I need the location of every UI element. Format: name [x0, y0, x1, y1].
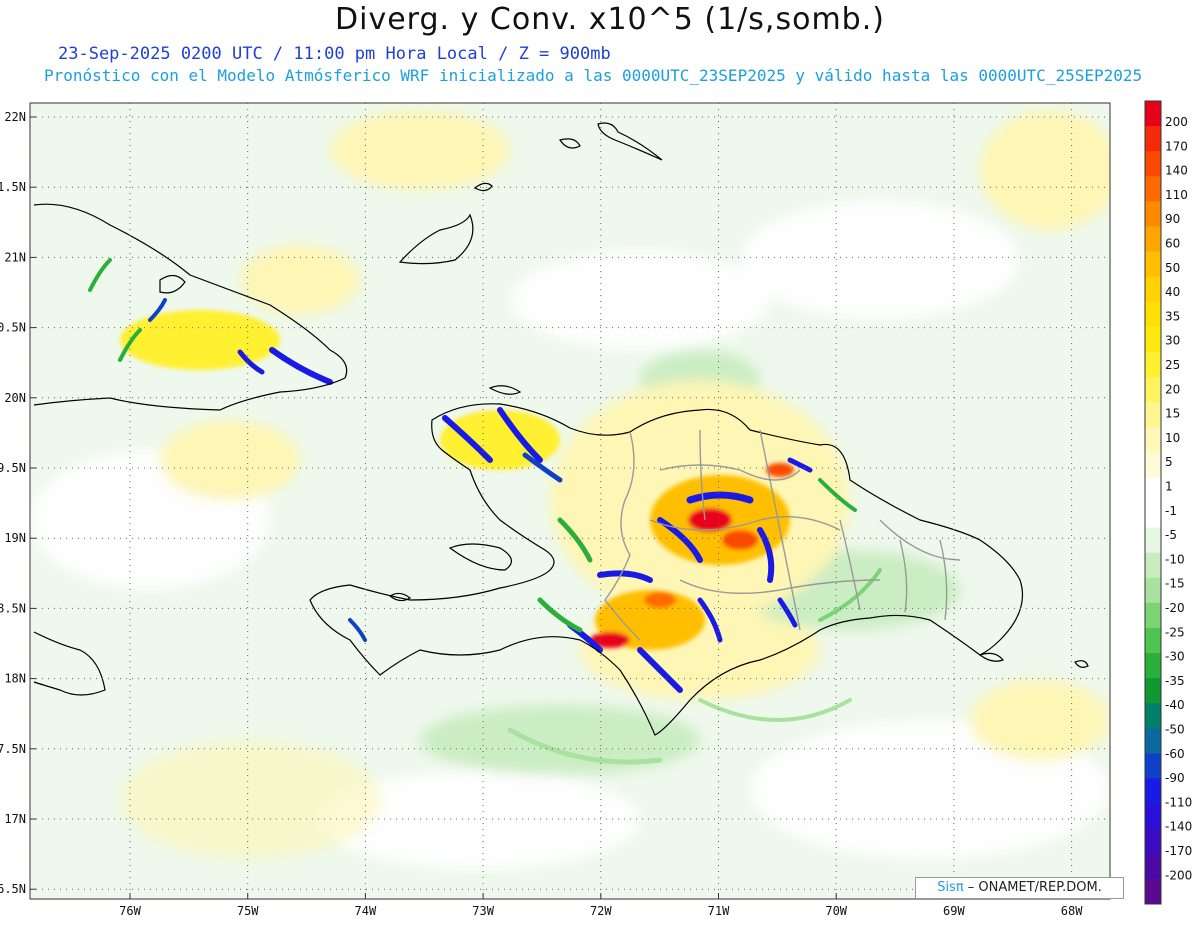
- colorbar-swatch: [1145, 803, 1161, 830]
- colorbar-swatch: [1145, 477, 1161, 503]
- lat-label: 7.5N: [0, 742, 26, 756]
- colorbar-label: -1: [1165, 504, 1177, 518]
- colorbar-label: 40: [1165, 285, 1180, 299]
- colorbar-swatch: [1145, 502, 1161, 529]
- colorbar-label: 20: [1165, 382, 1180, 396]
- colorbar-label: -200: [1165, 868, 1192, 882]
- colorbar-swatch: [1145, 678, 1161, 704]
- colorbar-label: 15: [1165, 407, 1180, 421]
- colorbar-label: 60: [1165, 237, 1180, 251]
- colorbar-label: 110: [1165, 188, 1188, 202]
- colorbar-swatch: [1145, 828, 1161, 855]
- shaded-field: [30, 103, 1110, 899]
- colorbar-swatch: [1145, 853, 1161, 880]
- colorbar-swatch: [1145, 377, 1161, 403]
- colorbar-swatch: [1145, 402, 1161, 428]
- colorbar-swatch: [1145, 728, 1161, 754]
- colorbar-swatch: [1145, 201, 1161, 227]
- lat-label: 17N: [4, 812, 26, 826]
- colorbar-label: 30: [1165, 334, 1180, 348]
- lat-label: 18N: [4, 672, 26, 686]
- colorbar-label: -170: [1165, 844, 1192, 858]
- colorbar-swatch: [1145, 552, 1161, 579]
- colorbar-swatch: [1145, 602, 1161, 629]
- lon-label: 76W: [119, 904, 141, 918]
- divergence-map: 22N 1.5N 21N 0.5N 20N 9.5N 19N 8.5N 18N 7.5N 17N 6.…: [0, 100, 1192, 918]
- colorbar-swatch: [1145, 276, 1161, 303]
- colorbar-label: -140: [1165, 820, 1192, 834]
- colorbar: 200 170 140 110 90 60 50 40 35 30 25 20 15 10 5 1 -1 -5 -1…: [1144, 100, 1192, 905]
- colorbar-label: -60: [1165, 747, 1185, 761]
- colorbar-swatch: [1145, 151, 1161, 177]
- colorbar-label: -35: [1165, 674, 1185, 688]
- colorbar-swatch: [1145, 878, 1161, 905]
- credit-brand: Sisπ: [937, 880, 964, 895]
- colorbar-swatch: [1145, 577, 1161, 604]
- colorbar-label: 50: [1165, 261, 1180, 275]
- colorbar-swatch: [1145, 326, 1161, 353]
- colorbar-label: 35: [1165, 309, 1180, 323]
- colorbar-label: -15: [1165, 577, 1185, 591]
- colorbar-swatch: [1145, 301, 1161, 328]
- latitude-labels: 22N 1.5N 21N 0.5N 20N 9.5N 19N 8.5N 18N 7.5N 17N 6.…: [0, 110, 26, 896]
- colorbar-label: -50: [1165, 723, 1185, 737]
- colorbar-swatch: [1145, 452, 1161, 478]
- lat-label: 19N: [4, 531, 26, 545]
- lat-label: 6.5N: [0, 882, 26, 896]
- lon-label: 68W: [1061, 904, 1083, 918]
- colorbar-label: -5: [1165, 528, 1177, 542]
- lon-label: 72W: [590, 904, 612, 918]
- colorbar-swatch: [1145, 753, 1161, 780]
- colorbar-label: 5: [1165, 455, 1173, 469]
- lon-label: 75W: [237, 904, 259, 918]
- colorbar-swatch: [1145, 176, 1161, 202]
- credit-organization: – ONAMET/REP.DOM.: [963, 880, 1102, 895]
- colorbar-swatch: [1145, 653, 1161, 679]
- colorbar-swatch: [1145, 703, 1161, 729]
- colorbar-label: 170: [1165, 139, 1188, 153]
- colorbar-label: -90: [1165, 771, 1185, 785]
- colorbar-swatch: [1145, 226, 1161, 253]
- lat-label: 21N: [4, 250, 26, 264]
- colorbar-swatch: [1145, 778, 1161, 805]
- colorbar-label: -30: [1165, 650, 1185, 664]
- credit-box: Sisπ – ONAMET/REP.DOM.: [915, 877, 1124, 899]
- lon-label: 73W: [472, 904, 494, 918]
- colorbar-label: -25: [1165, 625, 1185, 639]
- colorbar-label: 140: [1165, 164, 1188, 178]
- colorbar-label: -10: [1165, 552, 1185, 566]
- colorbar-label: 200: [1165, 115, 1188, 129]
- lat-label: 8.5N: [0, 601, 26, 615]
- longitude-labels: 76W 75W 74W 73W 72W 71W 70W 69W 68W: [119, 904, 1083, 918]
- lat-label: 0.5N: [0, 321, 26, 335]
- colorbar-label: 1: [1165, 480, 1173, 494]
- colorbar-swatch: [1145, 251, 1161, 278]
- colorbar-label: 10: [1165, 431, 1180, 445]
- lon-label: 70W: [825, 904, 847, 918]
- lon-label: 69W: [943, 904, 965, 918]
- colorbar-swatch: [1145, 627, 1161, 654]
- colorbar-label: 90: [1165, 212, 1180, 226]
- colorbar-swatch: [1145, 351, 1161, 378]
- colorbar-label: -40: [1165, 698, 1185, 712]
- colorbar-label: 25: [1165, 358, 1180, 372]
- lon-label: 74W: [355, 904, 377, 918]
- lat-label: 1.5N: [0, 180, 26, 194]
- colorbar-label: -110: [1165, 795, 1192, 809]
- colorbar-swatch: [1145, 101, 1161, 127]
- colorbar-swatch: [1145, 427, 1161, 453]
- lon-label: 71W: [708, 904, 730, 918]
- lat-label: 20N: [4, 391, 26, 405]
- colorbar-label: -20: [1165, 601, 1185, 615]
- colorbar-swatch: [1145, 126, 1161, 152]
- lat-label: 22N: [4, 110, 26, 124]
- colorbar-swatch: [1145, 527, 1161, 554]
- lat-label: 9.5N: [0, 461, 26, 475]
